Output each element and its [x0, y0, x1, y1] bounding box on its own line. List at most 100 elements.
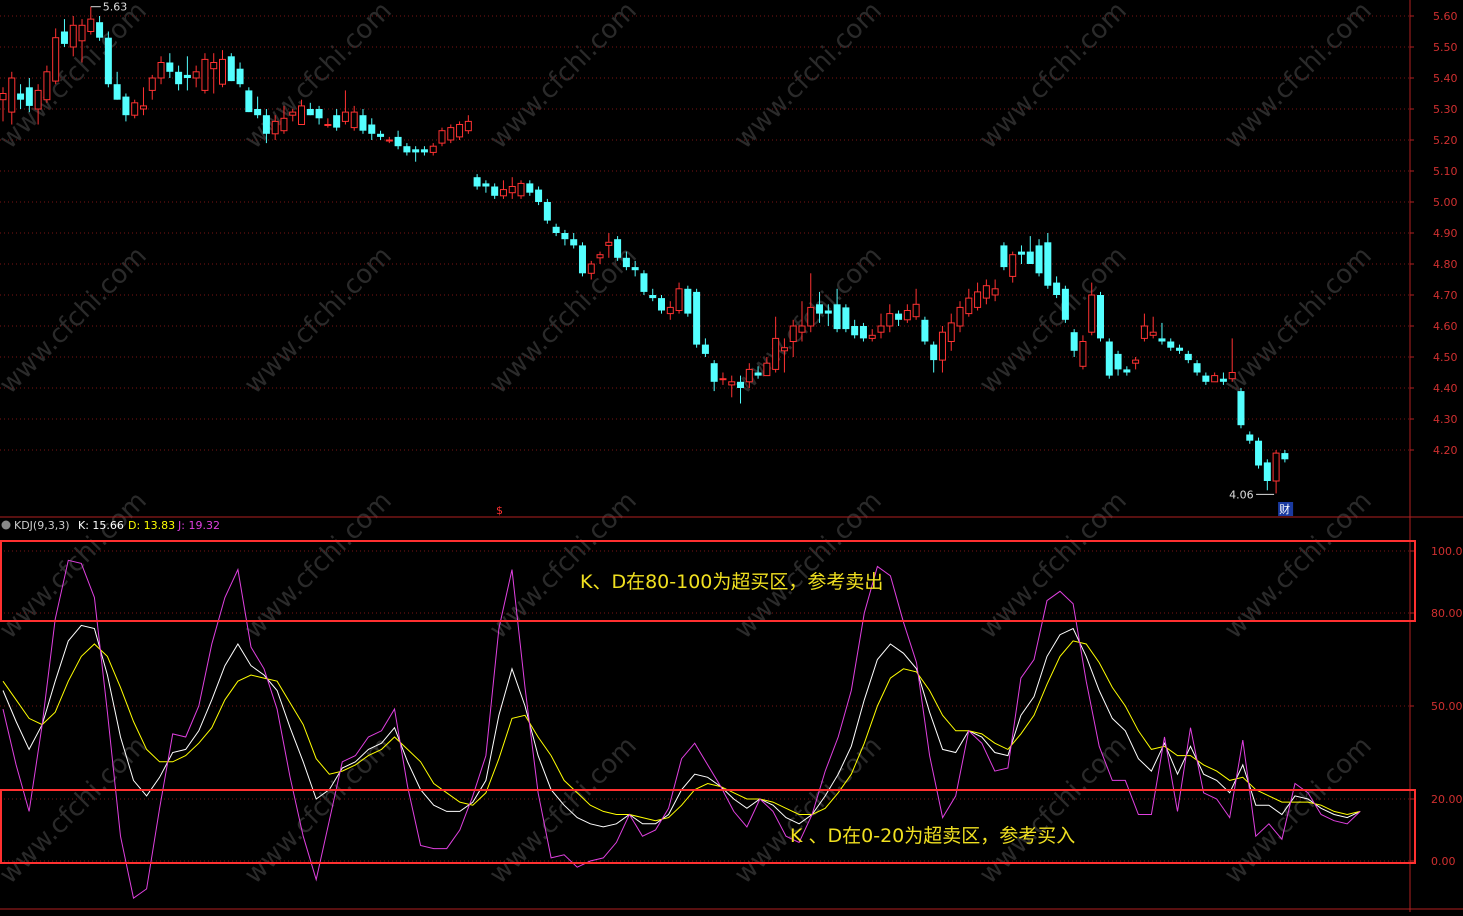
candle-body-down	[701, 344, 709, 354]
candle-body-down	[1026, 251, 1034, 264]
candle-body-down	[306, 109, 314, 116]
candle-body-down	[859, 326, 867, 339]
watermark-text: www.cfchi.com	[484, 241, 643, 400]
candle-body-up	[596, 254, 604, 259]
kdj-series	[2, 559, 1361, 900]
watermark-text: www.cfchi.com	[974, 731, 1133, 890]
candle-body-down	[245, 90, 253, 113]
candle-body-up	[666, 306, 674, 315]
candle-body-down	[1184, 353, 1192, 361]
candle-body-up	[78, 24, 86, 42]
candle-body-up	[877, 325, 885, 333]
kdj-tick-label: 20.00	[1431, 793, 1463, 806]
candle-body-up	[438, 130, 446, 144]
candle-body-down	[1219, 378, 1227, 382]
candle-body-up	[517, 182, 525, 197]
candle-body-up	[139, 105, 147, 110]
price-tick-label: 4.30	[1433, 413, 1458, 426]
candle-body-up	[157, 62, 165, 79]
candle-body-up	[938, 331, 946, 361]
candle-body-down	[315, 109, 323, 119]
candle-body-down	[113, 84, 121, 100]
candle-body-up	[34, 89, 42, 110]
stock-chart: www.cfchi.com www.cfchi.com www.cfchi.com w…	[0, 0, 1463, 912]
candle-body-down	[333, 115, 341, 128]
watermark-text: www.cfchi.com	[1219, 0, 1378, 155]
candle-body-down	[183, 74, 191, 78]
annotation-overlays: K、D在80-100为超买区，参考卖出 K 、D在0-20为超卖区，参考买入	[0, 540, 1416, 864]
price-tick-label: 4.70	[1433, 289, 1458, 302]
candle-body-down	[710, 363, 718, 382]
collapse-icon	[1, 520, 11, 530]
kdj-legend-item: K: 15.66	[78, 519, 124, 532]
chart-svg: www.cfchi.com www.cfchi.com www.cfchi.com w…	[0, 0, 1463, 912]
candle-body-down	[658, 298, 665, 311]
candle-body-up	[499, 189, 507, 197]
candle-body-up	[728, 381, 736, 386]
watermark-text: www.cfchi.com	[729, 0, 888, 155]
candle-body-down	[227, 56, 235, 82]
candle-body-up	[956, 306, 964, 327]
candle-body-up	[1009, 254, 1017, 277]
candle-body-up	[341, 111, 349, 122]
candle-body-up	[298, 105, 306, 126]
kdj-line-k	[2, 624, 1361, 828]
candle-body-down	[1176, 347, 1184, 351]
candle-body-down	[1158, 338, 1166, 342]
candle-body-up	[868, 334, 876, 339]
candle-body-down	[754, 372, 762, 376]
candle-body-up	[675, 288, 683, 311]
candle-body-up	[289, 111, 297, 116]
candle-body-down	[1123, 369, 1131, 373]
candle-body-down	[1105, 341, 1113, 376]
price-tick-label: 5.60	[1433, 10, 1458, 23]
candle-body-down	[403, 146, 411, 153]
kdj-tick-label: 100.00	[1431, 545, 1463, 558]
candle-body-down	[631, 267, 639, 271]
candle-body-down	[578, 245, 586, 274]
candle-body-down	[412, 149, 420, 153]
candle-body-down	[254, 109, 262, 116]
candle-body-down	[640, 273, 648, 292]
watermark-text: www.cfchi.com	[239, 241, 398, 400]
candle-body-down	[1017, 251, 1025, 255]
candle-body-up	[8, 77, 16, 113]
watermark-text: www.cfchi.com	[239, 731, 398, 890]
candle-body-up	[1228, 372, 1236, 380]
candle-body-up	[991, 288, 999, 296]
candle-body-down	[96, 22, 104, 38]
candle-body-up	[456, 124, 464, 138]
candle-body-down	[1263, 462, 1271, 481]
candle-body-up	[210, 62, 218, 70]
candle-body-down	[104, 37, 112, 85]
candle-body-down	[552, 226, 560, 233]
price-tick-label: 4.60	[1433, 320, 1458, 333]
candle-body-down	[1281, 453, 1289, 460]
candle-body-up	[1140, 325, 1148, 339]
candle-body-up	[947, 322, 955, 342]
watermark-text: www.cfchi.com	[1219, 731, 1378, 890]
price-tick-label: 4.20	[1433, 444, 1458, 457]
low-label: 4.06	[1229, 488, 1254, 501]
candle-body-down	[359, 115, 367, 131]
watermark-text: www.cfchi.com	[1219, 241, 1378, 400]
candle-body-down	[930, 344, 938, 361]
candle-body-down	[833, 304, 841, 330]
watermark-text: www.cfchi.com	[0, 731, 153, 890]
candle-body-down	[1193, 363, 1201, 373]
candle-body-down	[1167, 341, 1175, 348]
price-tick-label: 4.50	[1433, 351, 1458, 364]
watermark-text: www.cfchi.com	[0, 241, 153, 400]
candle-body-up	[982, 285, 990, 299]
candle-body-down	[614, 239, 622, 258]
candle-body-down	[1035, 245, 1043, 274]
price-tick-label: 4.90	[1433, 227, 1458, 240]
candle-body-up	[1272, 452, 1280, 482]
candle-body-up	[1149, 331, 1157, 336]
event-marker: $	[496, 504, 503, 517]
candle-body-down	[1061, 288, 1069, 320]
price-tick-label: 4.80	[1433, 258, 1458, 271]
candle-body-up	[903, 310, 911, 321]
candle-body-up	[886, 313, 894, 327]
candle-body-up	[219, 58, 226, 85]
